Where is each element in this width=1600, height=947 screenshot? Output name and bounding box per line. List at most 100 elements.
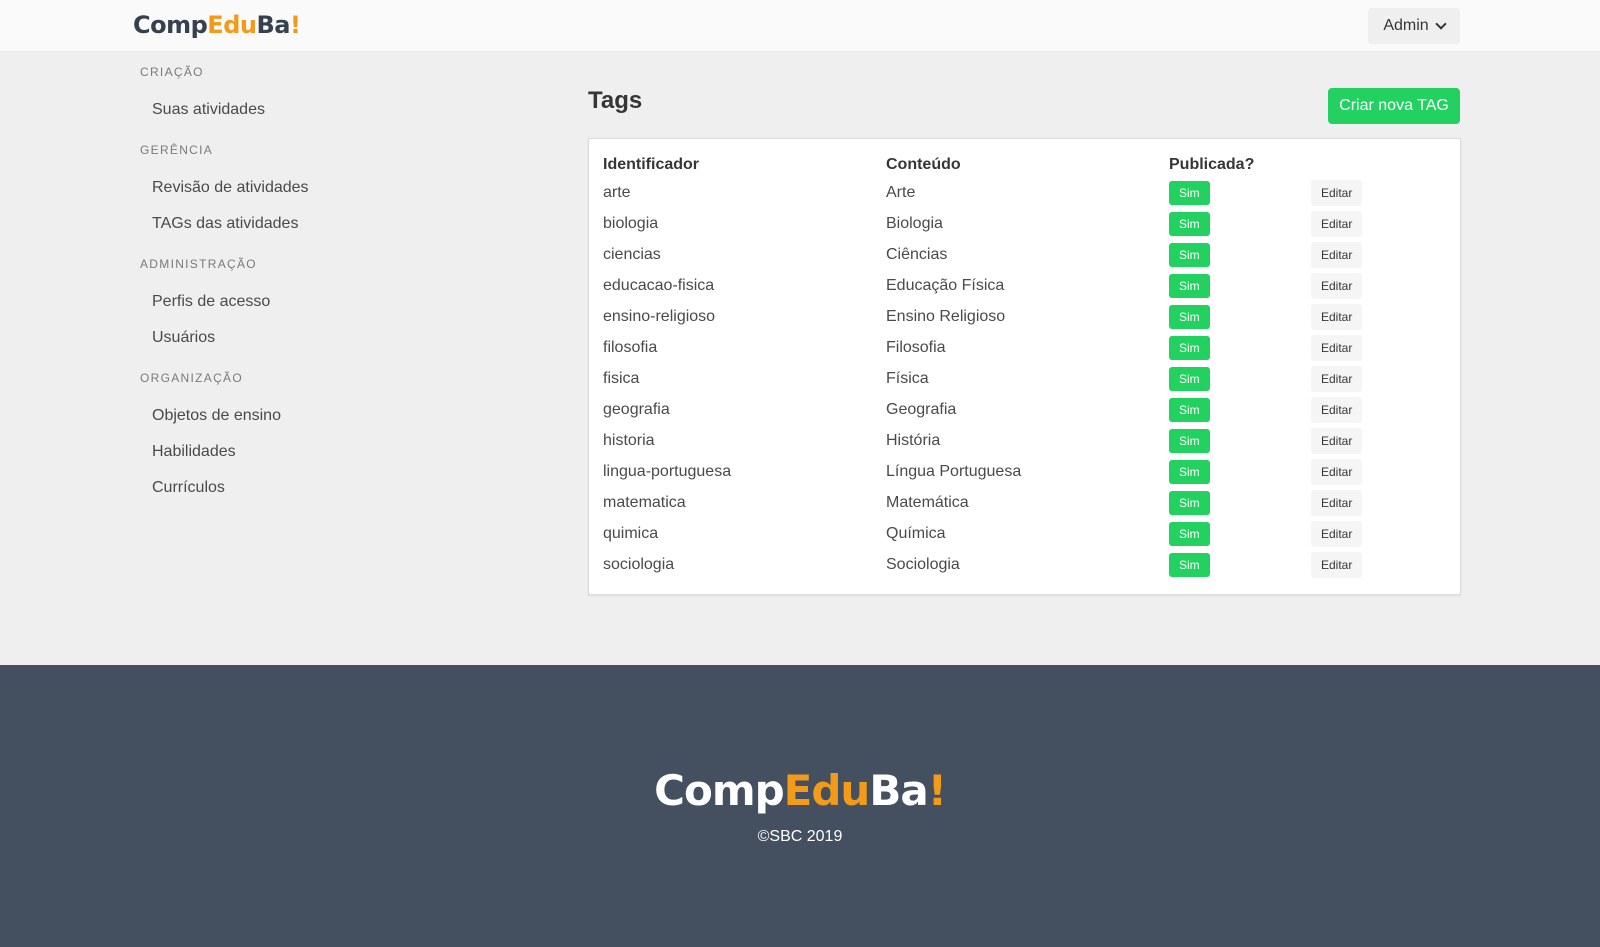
published-badge: Sim bbox=[1169, 273, 1210, 298]
cell-publicada: Sim bbox=[1169, 487, 1311, 518]
cell-conteudo: Ciências bbox=[886, 245, 948, 263]
published-badge: Sim bbox=[1169, 335, 1210, 360]
cell-conteudo: Geografia bbox=[886, 400, 957, 418]
published-badge: Sim bbox=[1169, 490, 1210, 515]
logo-text-comp: Comp bbox=[133, 11, 208, 39]
header-conteudo: Conteúdo bbox=[886, 156, 961, 173]
cell-identificador: ciencias bbox=[603, 245, 661, 263]
menu-label-gerencia: GERÊNCIA bbox=[140, 143, 214, 157]
footer-logo-text-comp: Comp bbox=[654, 766, 785, 815]
published-badge: Sim bbox=[1169, 366, 1210, 391]
table-row: sociologia Sociologia Sim Editar bbox=[603, 549, 1451, 580]
edit-button[interactable]: Editar bbox=[1311, 489, 1363, 516]
cell-publicada: Sim bbox=[1169, 518, 1311, 549]
sidebar-item-objetos-ensino[interactable]: Objetos de ensino bbox=[140, 398, 540, 434]
cell-identificador: ensino-religioso bbox=[603, 307, 716, 325]
published-badge: Sim bbox=[1169, 428, 1210, 453]
table-header-row: Identificador Conteúdo Publicada? bbox=[603, 153, 1451, 177]
cell-actions: Editar bbox=[1311, 363, 1451, 394]
edit-button[interactable]: Editar bbox=[1311, 179, 1363, 206]
published-badge: Sim bbox=[1169, 180, 1210, 205]
table-body: arte Arte Sim Editar biologia Biologia Sim Edit… bbox=[603, 177, 1451, 580]
cell-conteudo: Ensino Religioso bbox=[886, 307, 1006, 325]
footer-logo: CompEduBa! bbox=[0, 765, 1600, 817]
sidebar-item-suas-atividades[interactable]: Suas atividades bbox=[140, 92, 540, 128]
tags-table-card: Identificador Conteúdo Publicada? arte Ar… bbox=[588, 138, 1461, 595]
cell-actions: Editar bbox=[1311, 177, 1451, 208]
menu-list-criacao: Suas atividades bbox=[140, 92, 540, 128]
cell-publicada: Sim bbox=[1169, 208, 1311, 239]
edit-button[interactable]: Editar bbox=[1311, 551, 1363, 578]
edit-button[interactable]: Editar bbox=[1311, 334, 1363, 361]
table-row: geografia Geografia Sim Editar bbox=[603, 394, 1451, 425]
edit-button[interactable]: Editar bbox=[1311, 241, 1363, 268]
cell-conteudo: Biologia bbox=[886, 214, 943, 232]
published-badge: Sim bbox=[1169, 552, 1210, 577]
header-publicada: Publicada? bbox=[1169, 156, 1255, 173]
footer-logo-text-ba: Ba bbox=[869, 766, 928, 815]
cell-identificador: geografia bbox=[603, 400, 670, 418]
cell-conteudo: Filosofia bbox=[886, 338, 946, 356]
sidebar-item-revisao-atividades[interactable]: Revisão de atividades bbox=[140, 170, 540, 206]
menu-list-organizacao: Objetos de ensino Habilidades Currículos bbox=[140, 398, 540, 506]
menu-label-criacao: CRIAÇÃO bbox=[140, 65, 204, 79]
edit-button[interactable]: Editar bbox=[1311, 520, 1363, 547]
published-badge: Sim bbox=[1169, 397, 1210, 422]
header-identificador: Identificador bbox=[603, 156, 700, 173]
cell-conteudo: Língua Portuguesa bbox=[886, 462, 1022, 480]
menu-list-gerencia: Revisão de atividades TAGs das atividade… bbox=[140, 170, 540, 242]
page-footer: CompEduBa! ©SBC 2019 bbox=[0, 665, 1600, 947]
footer-logo-text-bang: ! bbox=[927, 766, 947, 815]
cell-conteudo: Matemática bbox=[886, 493, 969, 511]
create-tag-button[interactable]: Criar nova TAG bbox=[1328, 88, 1460, 124]
edit-button[interactable]: Editar bbox=[1311, 303, 1363, 330]
cell-identificador: sociologia bbox=[603, 555, 675, 573]
sidebar-item-perfis-acesso[interactable]: Perfis de acesso bbox=[140, 284, 540, 320]
edit-button[interactable]: Editar bbox=[1311, 365, 1363, 392]
edit-button[interactable]: Editar bbox=[1311, 458, 1363, 485]
cell-identificador: filosofia bbox=[603, 338, 658, 356]
sidebar-item-habilidades[interactable]: Habilidades bbox=[140, 434, 540, 470]
top-navbar: CompEduBa! Admin bbox=[0, 0, 1600, 52]
cell-actions: Editar bbox=[1311, 332, 1451, 363]
table-row: biologia Biologia Sim Editar bbox=[603, 208, 1451, 239]
published-badge: Sim bbox=[1169, 304, 1210, 329]
header-actions bbox=[1311, 153, 1451, 177]
cell-publicada: Sim bbox=[1169, 549, 1311, 580]
cell-identificador: lingua-portuguesa bbox=[603, 462, 732, 480]
cell-conteudo: Física bbox=[886, 369, 929, 387]
cell-identificador: biologia bbox=[603, 214, 659, 232]
cell-publicada: Sim bbox=[1169, 363, 1311, 394]
cell-actions: Editar bbox=[1311, 549, 1451, 580]
cell-identificador: arte bbox=[603, 183, 631, 201]
table-row: filosofia Filosofia Sim Editar bbox=[603, 332, 1451, 363]
table-row: ciencias Ciências Sim Editar bbox=[603, 239, 1451, 270]
cell-conteudo: Educação Física bbox=[886, 276, 1005, 294]
sidebar-item-usuarios[interactable]: Usuários bbox=[140, 320, 540, 356]
cell-actions: Editar bbox=[1311, 270, 1451, 301]
cell-publicada: Sim bbox=[1169, 270, 1311, 301]
cell-identificador: fisica bbox=[603, 369, 640, 387]
chevron-down-icon bbox=[1435, 18, 1447, 30]
sidebar-item-tags-atividades[interactable]: TAGs das atividades bbox=[140, 206, 540, 242]
logo-text-ba: Ba bbox=[256, 11, 290, 39]
logo-text-edu: Edu bbox=[207, 11, 257, 39]
edit-button[interactable]: Editar bbox=[1311, 272, 1363, 299]
cell-identificador: matematica bbox=[603, 493, 686, 511]
edit-button[interactable]: Editar bbox=[1311, 210, 1363, 237]
user-menu-button[interactable]: Admin bbox=[1368, 8, 1460, 44]
published-badge: Sim bbox=[1169, 211, 1210, 236]
sidebar-item-curriculos[interactable]: Currículos bbox=[140, 470, 540, 506]
cell-actions: Editar bbox=[1311, 456, 1451, 487]
edit-button[interactable]: Editar bbox=[1311, 427, 1363, 454]
user-menu-label: Admin bbox=[1383, 17, 1429, 34]
cell-publicada: Sim bbox=[1169, 394, 1311, 425]
published-badge: Sim bbox=[1169, 242, 1210, 267]
table-row: fisica Física Sim Editar bbox=[603, 363, 1451, 394]
edit-button[interactable]: Editar bbox=[1311, 396, 1363, 423]
brand-logo[interactable]: CompEduBa! bbox=[133, 9, 301, 41]
cell-identificador: educacao-fisica bbox=[603, 276, 715, 294]
cell-actions: Editar bbox=[1311, 239, 1451, 270]
table-row: ensino-religioso Ensino Religioso Sim Edita… bbox=[603, 301, 1451, 332]
cell-identificador: quimica bbox=[603, 524, 659, 542]
